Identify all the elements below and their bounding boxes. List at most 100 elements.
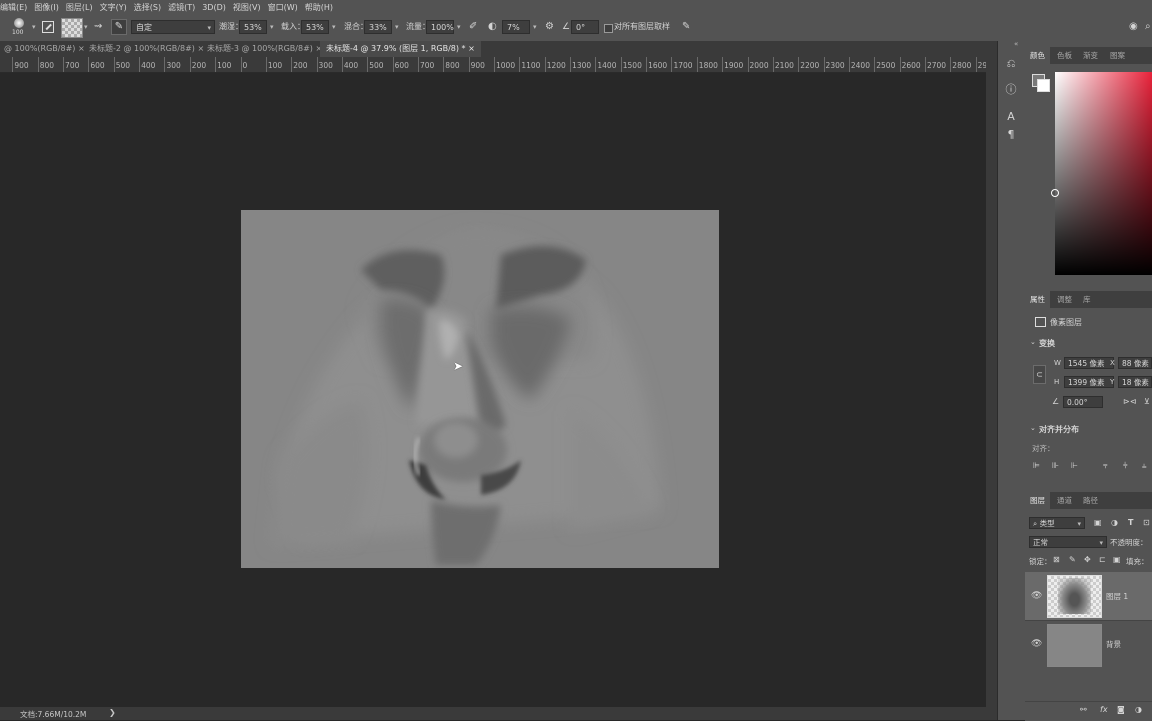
- tab-doc-1[interactable]: @ 100%(RGB/8#) ×: [4, 41, 85, 57]
- chevron-down-icon[interactable]: ⌄: [1030, 338, 1036, 346]
- menu-help[interactable]: 帮助(H): [305, 2, 333, 13]
- tab-properties[interactable]: 属性: [1025, 291, 1050, 308]
- align-bottom-icon[interactable]: ⫨: [1142, 461, 1147, 471]
- sample-all-checkbox[interactable]: [604, 24, 613, 33]
- flow-input[interactable]: 100%: [426, 20, 454, 34]
- lock-transparency-icon[interactable]: ⊠: [1053, 555, 1060, 564]
- tab-doc-2[interactable]: 未标题-2 @ 100%(RGB/8#) ×: [89, 41, 204, 57]
- close-icon[interactable]: ×: [468, 44, 475, 53]
- visibility-eye-icon[interactable]: 👁: [1031, 639, 1042, 649]
- tab-libraries[interactable]: 库: [1083, 291, 1091, 308]
- flip-vertical-icon[interactable]: ⊻: [1144, 397, 1150, 406]
- layer-filter-select[interactable]: ⌕ 类型 ▾: [1029, 517, 1085, 529]
- menu-edit[interactable]: 编辑(E): [0, 2, 27, 13]
- layer-row-2[interactable]: 👁 背景: [1025, 620, 1152, 669]
- status-arrow-icon[interactable]: ❯: [109, 708, 116, 717]
- chevron-down-icon[interactable]: ▾: [533, 19, 537, 35]
- menu-3d[interactable]: 3D(D): [202, 3, 226, 12]
- pressure-icon[interactable]: ✎: [682, 19, 690, 35]
- rotation-input[interactable]: 0.00°: [1063, 396, 1103, 408]
- align-hcenter-icon[interactable]: ⊪: [1052, 461, 1059, 470]
- link-layers-icon[interactable]: ⚯: [1080, 705, 1087, 714]
- tab-patterns[interactable]: 图案: [1110, 47, 1125, 64]
- chevron-down-icon[interactable]: ▾: [457, 19, 461, 35]
- filter-pixel-icon[interactable]: ▣: [1094, 518, 1102, 527]
- tab-doc-4[interactable]: 未标题-4 @ 37.9% (图层 1, RGB/8) * ×: [320, 41, 481, 57]
- layer-name[interactable]: 图层 1: [1106, 591, 1128, 602]
- mix-preset-select[interactable]: 自定 ▾: [131, 20, 215, 34]
- close-icon[interactable]: ×: [78, 44, 85, 53]
- blend-mode-select[interactable]: 正常 ▾: [1029, 536, 1107, 548]
- lock-position-icon[interactable]: ✥: [1084, 555, 1091, 564]
- align-right-icon[interactable]: ⊩: [1071, 461, 1078, 470]
- gear-icon[interactable]: ⚙: [545, 19, 554, 35]
- load-brush-icon[interactable]: ⇝: [94, 19, 102, 35]
- background-color-swatch[interactable]: [1037, 79, 1050, 92]
- chevron-down-icon[interactable]: ▾: [84, 19, 88, 35]
- tab-color[interactable]: 颜色: [1025, 47, 1050, 64]
- add-mask-icon[interactable]: ◙: [1117, 705, 1125, 714]
- layer-name[interactable]: 背景: [1106, 639, 1121, 650]
- info-icon[interactable]: ⓘ: [1004, 83, 1018, 97]
- tab-gradients[interactable]: 渐变: [1083, 47, 1098, 64]
- filter-shape-icon[interactable]: ⊡: [1143, 518, 1150, 527]
- current-color-swatch[interactable]: [61, 18, 83, 38]
- mix-input[interactable]: 33%: [364, 20, 392, 34]
- load-input[interactable]: 53%: [301, 20, 329, 34]
- airbrush-icon[interactable]: ✐: [469, 19, 477, 35]
- height-input[interactable]: 1399 像素: [1064, 376, 1114, 388]
- brush-angle-input[interactable]: 0°: [571, 20, 599, 34]
- chevron-down-icon[interactable]: ▾: [395, 19, 399, 35]
- paragraph-icon[interactable]: ¶: [1004, 128, 1018, 142]
- character-icon[interactable]: A: [1004, 110, 1018, 124]
- visibility-eye-icon[interactable]: 👁: [1031, 591, 1042, 601]
- link-icon[interactable]: ⊂: [1033, 365, 1046, 384]
- menu-select[interactable]: 选择(S): [134, 2, 161, 13]
- wet-input[interactable]: 53%: [239, 20, 267, 34]
- doc-size-info[interactable]: 文档:7.66M/10.2M: [20, 709, 86, 720]
- fx-icon[interactable]: fx: [1100, 705, 1108, 714]
- adjustment-layer-icon[interactable]: ◑: [1135, 705, 1142, 714]
- menu-type[interactable]: 文字(Y): [100, 2, 127, 13]
- collapse-icon[interactable]: «: [1014, 40, 1018, 48]
- chevron-down-icon[interactable]: ▾: [32, 19, 36, 35]
- horizontal-ruler[interactable]: 0 900 800 700 600 500 400 300 200 1000 100 200 300 40…: [0, 57, 986, 73]
- tab-paths[interactable]: 路径: [1083, 492, 1098, 509]
- history-icon[interactable]: ⎌: [1004, 57, 1018, 71]
- y-input[interactable]: 18 像素: [1118, 376, 1152, 388]
- filter-adjustment-icon[interactable]: ◑: [1111, 518, 1118, 527]
- tab-adjustments[interactable]: 调整: [1057, 291, 1072, 308]
- lock-all-icon[interactable]: ▣: [1113, 555, 1121, 564]
- document-canvas[interactable]: [241, 210, 719, 568]
- clean-brush-icon[interactable]: ✎: [111, 19, 127, 35]
- tab-swatches[interactable]: 色板: [1057, 47, 1072, 64]
- flip-horizontal-icon[interactable]: ⊳⊲: [1123, 397, 1136, 406]
- vertical-scrollbar[interactable]: [986, 57, 997, 707]
- x-input[interactable]: 88 像素: [1118, 357, 1152, 369]
- menu-layer[interactable]: 图层(L): [66, 2, 93, 13]
- filter-type-icon[interactable]: T: [1128, 518, 1133, 527]
- close-icon[interactable]: ×: [197, 44, 204, 53]
- menu-filter[interactable]: 滤镜(T): [168, 2, 195, 13]
- menu-window[interactable]: 窗口(W): [268, 2, 298, 13]
- align-left-icon[interactable]: ⊫: [1033, 461, 1040, 470]
- color-field[interactable]: [1055, 72, 1152, 275]
- brush-panel-toggle-icon[interactable]: [42, 21, 54, 33]
- brush-preset-picker[interactable]: 100: [8, 16, 30, 38]
- chevron-down-icon[interactable]: ⌄: [1030, 424, 1036, 432]
- align-top-icon[interactable]: ⫧: [1103, 461, 1108, 471]
- search-icon[interactable]: ⌕: [1145, 19, 1151, 35]
- tab-channels[interactable]: 通道: [1057, 492, 1072, 509]
- align-vcenter-icon[interactable]: ⫩: [1123, 461, 1128, 471]
- smoothing-input[interactable]: 7%: [502, 20, 530, 34]
- menu-view[interactable]: 视图(V): [233, 2, 261, 13]
- layer-row-1[interactable]: 👁 图层 1: [1025, 572, 1152, 620]
- user-icon[interactable]: ◉: [1129, 19, 1138, 35]
- lock-paint-icon[interactable]: ✎: [1069, 555, 1076, 564]
- chevron-down-icon[interactable]: ▾: [270, 19, 274, 35]
- tab-doc-3[interactable]: 未标题-3 @ 100%(RGB/8#) ×: [207, 41, 322, 57]
- lock-artboard-icon[interactable]: ⊏: [1099, 555, 1106, 564]
- color-picker-marker[interactable]: [1051, 189, 1059, 197]
- width-input[interactable]: 1545 像素: [1064, 357, 1114, 369]
- tab-layers[interactable]: 图层: [1025, 492, 1050, 509]
